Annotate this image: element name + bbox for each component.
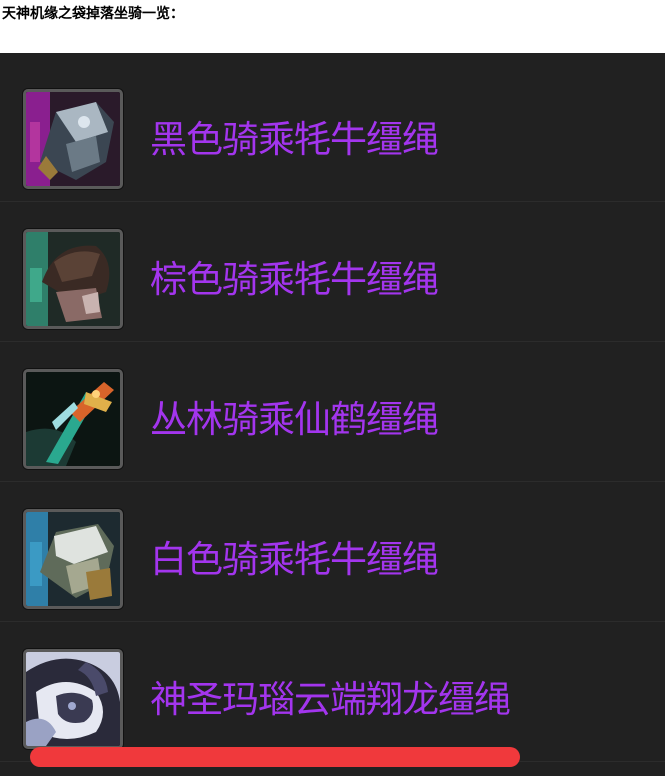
mount-list: 黑色骑乘牦牛缰绳 棕色骑乘牦牛缰绳 丛林骑乘仙鹤缰绳 白色骑乘牦牛缰绳 神圣玛瑙… <box>0 53 665 776</box>
brown-yak-icon <box>23 229 123 329</box>
list-item: 神圣玛瑙云端翔龙缰绳 <box>0 622 665 762</box>
page-title: 天神机缘之袋掉落坐骑一览： <box>2 6 184 22</box>
black-yak-icon <box>23 89 123 189</box>
horizontal-scrollbar[interactable] <box>30 747 520 767</box>
page: 天神机缘之袋掉落坐骑一览： 黑色骑乘牦牛缰绳 棕色骑乘牦牛缰绳 丛林骑乘仙鹤缰绳… <box>0 0 665 776</box>
jungle-crane-icon <box>23 369 123 469</box>
white-yak-icon <box>23 509 123 609</box>
list-item: 黑色骑乘牦牛缰绳 <box>0 62 665 202</box>
mount-name: 丛林骑乘仙鹤缰绳 <box>150 398 439 441</box>
onyx-cloud-serpent-icon <box>23 649 123 749</box>
mount-name: 黑色骑乘牦牛缰绳 <box>150 118 439 161</box>
mount-name: 棕色骑乘牦牛缰绳 <box>150 258 439 301</box>
mount-name: 白色骑乘牦牛缰绳 <box>150 538 439 581</box>
list-item: 棕色骑乘牦牛缰绳 <box>0 202 665 342</box>
mount-name: 神圣玛瑙云端翔龙缰绳 <box>150 678 511 721</box>
list-item: 丛林骑乘仙鹤缰绳 <box>0 342 665 482</box>
list-item: 白色骑乘牦牛缰绳 <box>0 482 665 622</box>
